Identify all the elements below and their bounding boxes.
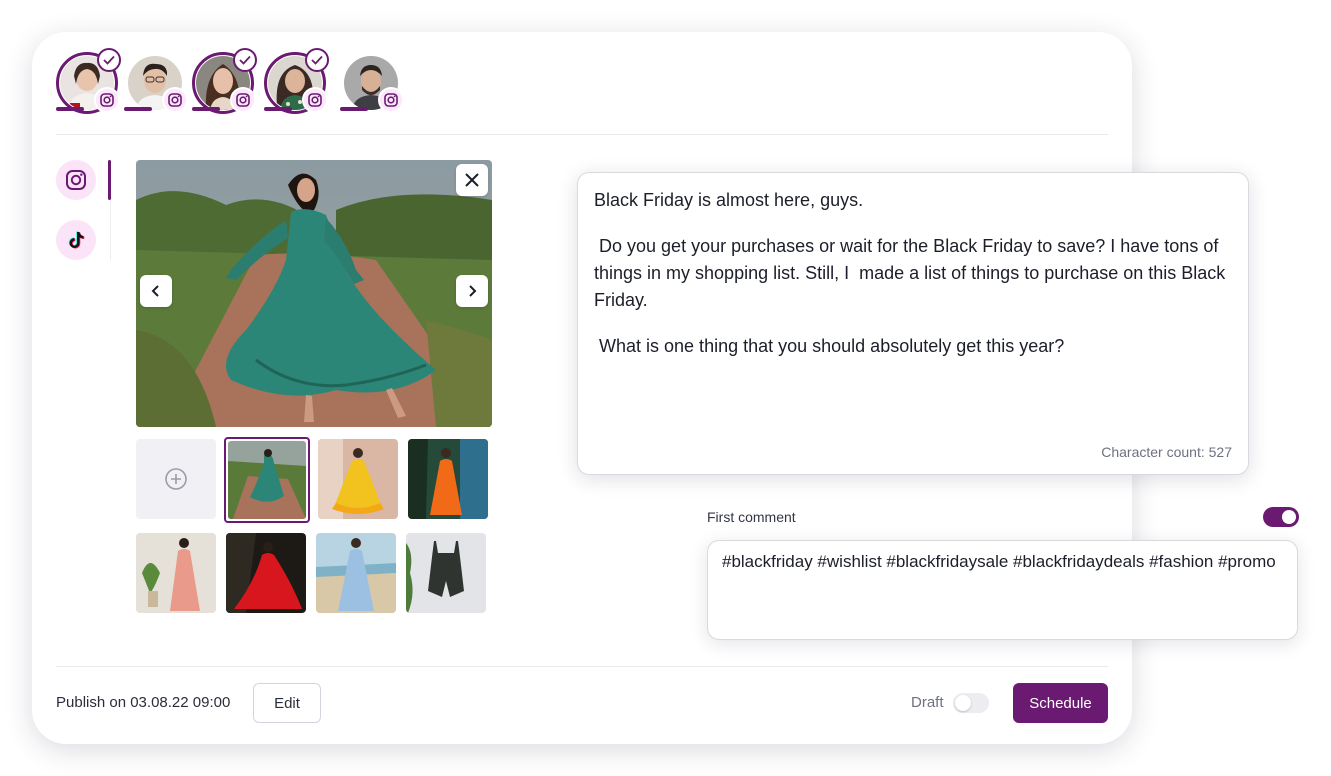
- instagram-icon: [302, 87, 328, 113]
- caption-textarea[interactable]: Black Friday is almost here, guys. Do yo…: [577, 172, 1249, 475]
- account-avatar-4[interactable]: [264, 48, 332, 120]
- media-thumbnail-red-dress[interactable]: [226, 533, 306, 613]
- media-thumbnail-green-dress[interactable]: [224, 437, 310, 523]
- edit-button[interactable]: Edit: [253, 683, 321, 723]
- add-media-button[interactable]: [136, 439, 216, 519]
- publish-date: Publish on 03.08.22 09:00: [56, 694, 231, 711]
- media-thumbnail-black-romper[interactable]: [406, 533, 486, 613]
- chevron-left-icon: [151, 285, 159, 297]
- network-tab-tiktok[interactable]: [56, 220, 96, 260]
- instagram-icon: [94, 87, 120, 113]
- account-avatar-5[interactable]: [340, 50, 408, 120]
- divider: [110, 200, 111, 260]
- instagram-icon: [162, 87, 188, 113]
- media-thumbnail-yellow-dress[interactable]: [318, 439, 398, 519]
- first-comment-toggle[interactable]: [1263, 507, 1299, 527]
- account-avatar-3[interactable]: [192, 48, 260, 120]
- network-tab-instagram[interactable]: [56, 160, 96, 200]
- remove-media-button[interactable]: [456, 164, 488, 196]
- media-thumbnail-pink-dress[interactable]: [136, 533, 216, 613]
- media-thumbnail-orange-dress[interactable]: [408, 439, 488, 519]
- checkmark-icon: [97, 48, 121, 72]
- first-comment-label: First comment: [707, 509, 796, 525]
- media-thumbnail-blue-dress[interactable]: [316, 533, 396, 613]
- caption-paragraph-2: Do you get your purchases or wait for th…: [594, 236, 1231, 310]
- account-avatar-2[interactable]: [124, 50, 192, 120]
- instagram-icon: [230, 87, 256, 113]
- plus-circle-icon: [165, 468, 187, 490]
- draft-label: Draft: [911, 694, 944, 711]
- instagram-icon: [378, 87, 404, 113]
- schedule-button[interactable]: Schedule: [1013, 683, 1108, 723]
- caption-paragraph-1: Black Friday is almost here, guys.: [594, 190, 864, 210]
- checkmark-icon: [305, 48, 329, 72]
- account-avatar-1[interactable]: [56, 48, 124, 120]
- close-icon: [465, 173, 479, 187]
- first-comment-input[interactable]: #blackfriday #wishlist #blackfridaysale …: [707, 540, 1298, 640]
- active-tab-indicator: [108, 160, 111, 200]
- caption-paragraph-3: What is one thing that you should absolu…: [594, 336, 1065, 356]
- divider: [56, 666, 1108, 667]
- instagram-icon: [66, 170, 86, 190]
- checkmark-icon: [233, 48, 257, 72]
- divider: [56, 134, 1108, 135]
- previous-media-button[interactable]: [140, 275, 172, 307]
- next-media-button[interactable]: [456, 275, 488, 307]
- character-count: Character count: 527: [1101, 444, 1232, 460]
- draft-toggle[interactable]: [953, 693, 989, 713]
- chevron-right-icon: [469, 285, 477, 297]
- main-media-preview: [136, 160, 492, 427]
- tiktok-icon: [68, 231, 85, 249]
